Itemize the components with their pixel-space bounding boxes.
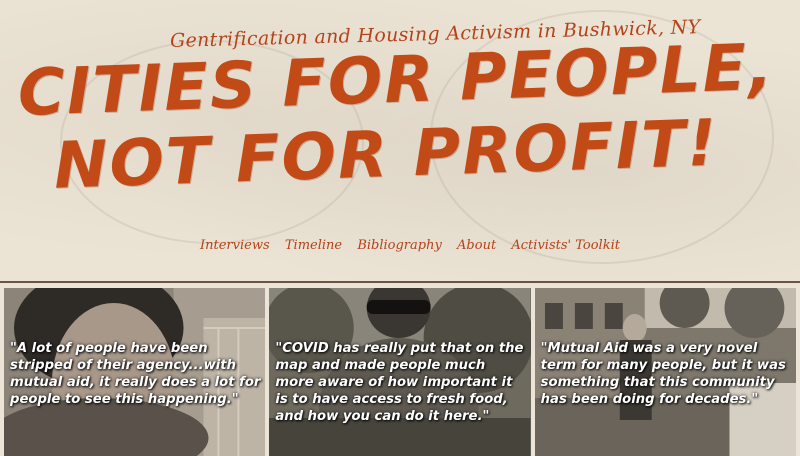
nav-activists-toolkit[interactable]: Activists' Toolkit [511, 238, 620, 253]
nav-timeline[interactable]: Timeline [285, 238, 342, 253]
quote-text: "A lot of people have been stripped of t… [10, 341, 261, 407]
quote-panel[interactable]: "Mutual Aid was a very novel term for ma… [534, 288, 796, 456]
site-headline: CITIES FOR PEOPLE, NOT FOR PROFIT! [17, 31, 788, 204]
quote-panel[interactable]: "COVID has really put that on the map an… [269, 288, 531, 456]
nav-about[interactable]: About [457, 238, 496, 253]
quote-panels: "A lot of people have been stripped of t… [0, 288, 800, 456]
nav-interviews[interactable]: Interviews [200, 238, 270, 253]
header-divider [0, 281, 800, 283]
quote-text: "Mutual Aid was a very novel term for ma… [540, 341, 786, 407]
quote-panel[interactable]: "A lot of people have been stripped of t… [4, 288, 266, 456]
nav-bibliography[interactable]: Bibliography [357, 238, 442, 253]
quote-text: "COVID has really put that on the map an… [275, 341, 524, 424]
main-nav: Interviews Timeline Bibliography About A… [200, 238, 620, 253]
